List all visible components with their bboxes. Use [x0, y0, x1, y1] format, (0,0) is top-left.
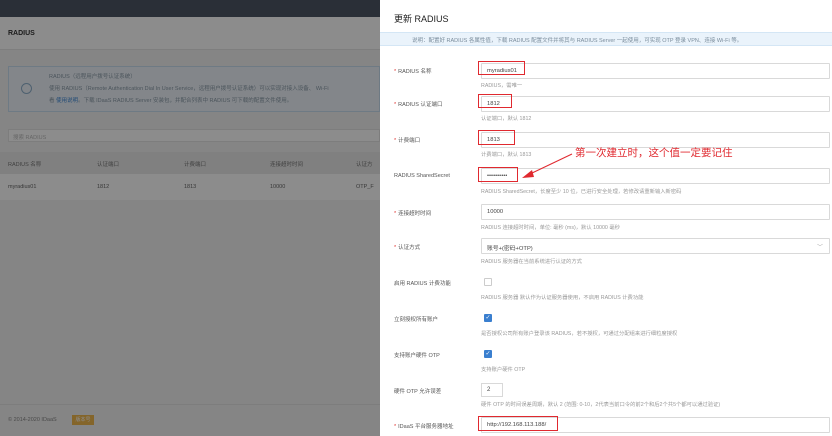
annotation-note: 第一次建立时，这个值一定要记住 [575, 147, 733, 159]
annotation-arrow-icon [522, 153, 573, 178]
